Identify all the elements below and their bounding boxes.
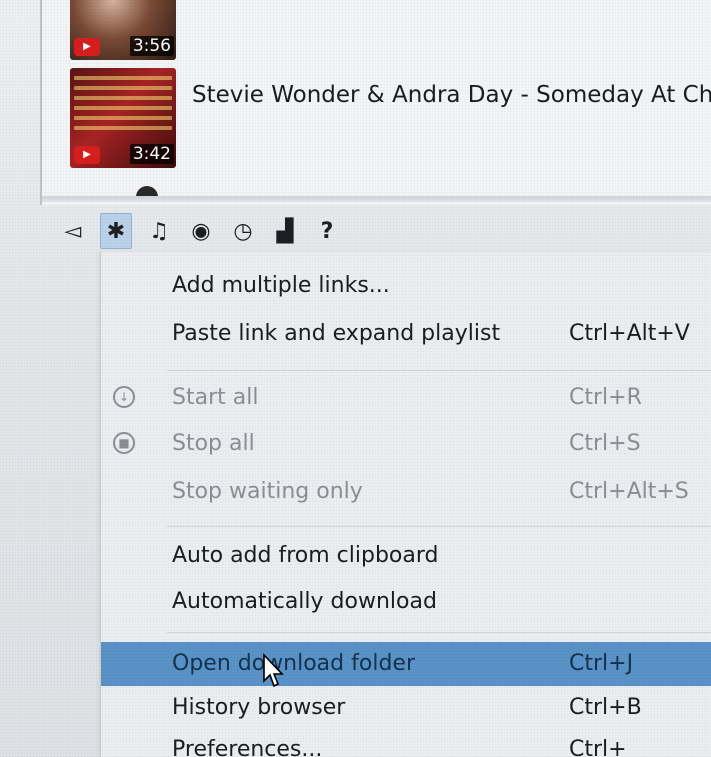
mouse-cursor-icon [263, 653, 284, 688]
menu-item-label: Open download folder [172, 651, 415, 676]
video-thumbnail[interactable]: ▶ 3:56 [70, 0, 176, 60]
menu-item-automatically-download[interactable]: Automatically download [101, 582, 711, 622]
stop-circle-icon: ■ [113, 432, 135, 454]
menu-item-shortcut: Ctrl+J [569, 651, 634, 676]
video-duration: 3:42 [129, 144, 174, 164]
playlist-item[interactable]: ▶ 3:42 Stevie Wonder & Andra Day - Somed… [56, 68, 711, 168]
video-thumbnail[interactable]: ▶ 3:42 [70, 68, 176, 168]
menu-item-shortcut: Ctrl+R [569, 385, 642, 410]
clock-icon[interactable]: ◷ [228, 214, 258, 248]
youtube-play-icon: ▶ [74, 146, 100, 164]
menu-item-label: Paste link and expand playlist [172, 321, 501, 346]
menu-separator [167, 632, 711, 633]
playlist-panel: ▶ 3:56 ▶ 3:42 Stevie Wonder & Andra Day … [40, 0, 711, 205]
menu-separator [167, 370, 711, 371]
menu-item-label: Start all [172, 385, 259, 410]
app-window: ▶ 3:56 ▶ 3:42 Stevie Wonder & Andra Day … [0, 0, 711, 757]
menu-item-preferences[interactable]: Preferences... Ctrl+ [101, 730, 711, 757]
binoculars-icon[interactable]: ▟ [270, 214, 300, 248]
menu-item-label: Add multiple links... [172, 273, 390, 298]
playlist-item[interactable]: ▶ 3:56 [56, 0, 711, 60]
help-icon[interactable]: ? [312, 214, 342, 248]
thumbnail-lyric-line [74, 126, 172, 130]
menu-item-shortcut: Ctrl+S [569, 431, 641, 456]
menu-item-start-all[interactable]: ↓ Start all Ctrl+R [101, 378, 711, 418]
menu-item-history-browser[interactable]: History browser Ctrl+B [101, 688, 711, 728]
menu-item-add-multiple-links[interactable]: Add multiple links... [101, 266, 711, 306]
menu-item-shortcut: Ctrl+B [569, 695, 642, 720]
menu-item-stop-all[interactable]: ■ Stop all Ctrl+S [101, 424, 711, 464]
menu-item-paste-link[interactable]: Paste link and expand playlist Ctrl+Alt+… [101, 314, 711, 354]
menu-separator [167, 526, 711, 527]
thumbnail-lyric-line [74, 106, 172, 110]
download-circle-icon: ↓ [113, 386, 135, 408]
thumbnail-lyric-line [74, 116, 172, 120]
thumbnail-lyric-line [74, 86, 172, 90]
menu-item-label: Stop waiting only [172, 479, 363, 504]
broom-icon[interactable]: ◅ [58, 214, 88, 248]
menu-item-label: Preferences... [172, 737, 323, 757]
menu-item-shortcut: Ctrl+Alt+V [569, 321, 690, 346]
menu-item-stop-waiting-only[interactable]: Stop waiting only Ctrl+Alt+S [101, 472, 711, 512]
snail-icon[interactable]: ◉ [186, 214, 216, 248]
youtube-play-icon: ▶ [74, 38, 100, 56]
gear-icon[interactable]: ✱ [100, 213, 132, 249]
video-title: Stevie Wonder & Andra Day - Someday At C… [192, 82, 711, 108]
menu-item-auto-add-clipboard[interactable]: Auto add from clipboard [101, 536, 711, 576]
video-duration: 3:56 [129, 36, 174, 56]
settings-menu: Add multiple links... Paste link and exp… [100, 252, 711, 757]
menu-item-shortcut: Ctrl+ [569, 737, 627, 757]
menu-item-open-download-folder[interactable]: Open download folder Ctrl+J [101, 642, 711, 686]
divider [42, 196, 711, 202]
menu-item-label: History browser [172, 695, 346, 720]
menu-item-label: Stop all [172, 431, 255, 456]
menu-item-label: Auto add from clipboard [172, 543, 439, 568]
thumbnail-lyric-line [74, 96, 172, 100]
toolbar: ◅ ✱ ♫ ◉ ◷ ▟ ? [50, 208, 342, 254]
thumbnail-lyric-line [74, 76, 172, 80]
music-note-icon[interactable]: ♫ [144, 214, 174, 248]
menu-item-shortcut: Ctrl+Alt+S [569, 479, 689, 504]
menu-item-label: Automatically download [172, 589, 437, 614]
